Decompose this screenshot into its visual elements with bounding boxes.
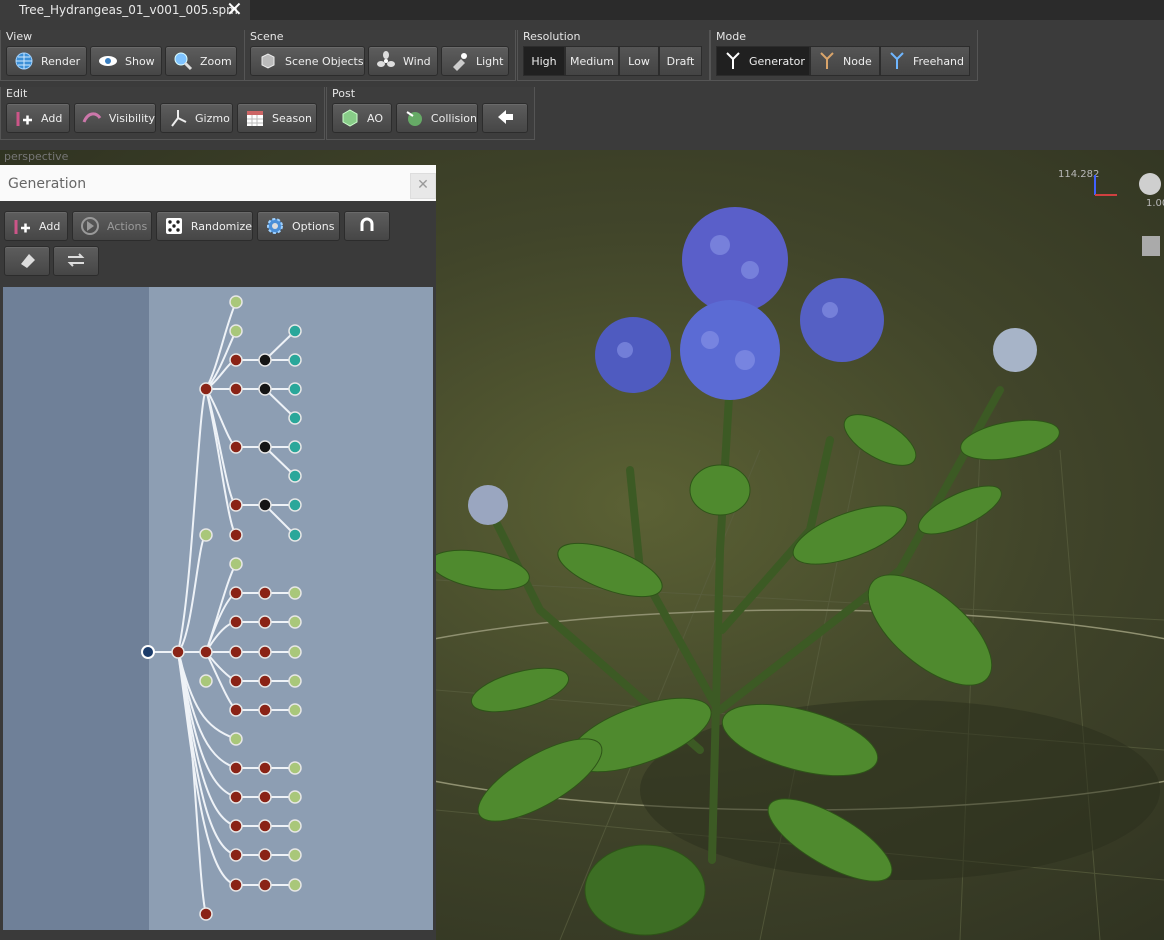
add-label: Add (41, 111, 63, 125)
main-toolbar: View Render Show Zoom Scene Scene Object… (0, 20, 1164, 150)
gizmo-label: Gizmo (195, 111, 230, 125)
mode-generator[interactable]: Generator (716, 46, 810, 76)
light-button[interactable]: Light (441, 46, 509, 76)
globe-icon (13, 51, 35, 71)
zoom-label: Zoom (200, 54, 232, 68)
light-sphere-icon[interactable] (1136, 170, 1164, 200)
actions-label: Actions (107, 219, 148, 233)
zoom-button[interactable]: Zoom (165, 46, 237, 76)
mode-freehand[interactable]: Freehand (880, 46, 970, 76)
gizmo-button[interactable]: Gizmo (160, 103, 233, 133)
edit-group-label: Edit (6, 87, 28, 100)
randomize-button[interactable]: Randomize (156, 211, 253, 241)
branch-icon (725, 51, 741, 72)
view-group-label: View (6, 30, 33, 43)
close-tab-icon[interactable]: ✕ (226, 0, 243, 21)
close-panel-icon[interactable]: ✕ (410, 173, 436, 199)
arrow-left-icon (496, 108, 514, 129)
cube-icon (257, 51, 279, 71)
actions-icon (79, 216, 101, 236)
mode-generator-label: Generator (749, 54, 805, 68)
resolution-high[interactable]: High (523, 46, 565, 76)
gear-icon (264, 216, 286, 236)
resolution-medium[interactable]: Medium (565, 46, 619, 76)
ao-label: AO (367, 111, 383, 125)
resolution-draft[interactable]: Draft (659, 46, 702, 76)
swap-button[interactable] (53, 246, 99, 276)
collision-button[interactable]: Collision (396, 103, 478, 133)
eraser-icon (17, 250, 37, 273)
scene-group: Scene Scene Objects Wind Light (244, 30, 516, 81)
randomize-label: Randomize (190, 219, 252, 233)
generator-graph[interactable] (3, 287, 433, 930)
ao-button[interactable]: AO (332, 103, 392, 133)
add-button[interactable]: Add (6, 103, 70, 133)
wind-button[interactable]: Wind (368, 46, 438, 76)
ao-icon (339, 108, 361, 128)
generation-panel-title: Generation (8, 176, 87, 192)
options-button[interactable]: Options (257, 211, 340, 241)
panel-add-button[interactable]: Add (4, 211, 68, 241)
magnet-icon (357, 215, 377, 238)
generation-panel: Generation ✕ Add Actions Randomize Optio… (0, 165, 436, 940)
scene-group-label: Scene (250, 30, 284, 43)
eraser-button[interactable] (4, 246, 50, 276)
light-icon (448, 51, 470, 71)
randomize-icon (163, 216, 185, 236)
freehand-icon (889, 51, 905, 72)
mode-group: Mode Generator Node Freehand (710, 30, 978, 81)
mode-freehand-label: Freehand (913, 54, 965, 68)
visibility-label: Visibility (108, 111, 155, 125)
magnet-button[interactable] (344, 211, 390, 241)
mode-node-label: Node (843, 54, 872, 68)
visibility-button[interactable]: Visibility (74, 103, 156, 133)
magnifier-icon (172, 51, 194, 71)
mode-group-label: Mode (716, 30, 746, 43)
swap-icon (65, 250, 87, 273)
generation-panel-header: Generation ✕ (0, 165, 436, 201)
node-graph (141, 295, 302, 921)
resolution-group: Resolution High Medium Low Draft (517, 30, 710, 81)
camera-icon[interactable] (1138, 230, 1164, 264)
mode-node[interactable]: Node (810, 46, 880, 76)
visibility-icon (81, 108, 103, 128)
scene-objects-label: Scene Objects (285, 54, 364, 68)
render-button[interactable]: Render (6, 46, 87, 76)
add-icon (11, 216, 33, 236)
document-tab-title: Tree_Hydrangeas_01_v001_005.spm (19, 3, 238, 17)
wind-label: Wind (403, 54, 431, 68)
show-button[interactable]: Show (90, 46, 162, 76)
show-label: Show (125, 54, 155, 68)
post-group: Post AO Collision (326, 87, 535, 140)
back-button[interactable] (482, 103, 528, 133)
options-label: Options (292, 219, 335, 233)
light-label: Light (476, 54, 504, 68)
actions-button[interactable]: Actions (72, 211, 152, 241)
render-label: Render (41, 54, 81, 68)
calendar-icon (244, 108, 266, 128)
scene-objects-button[interactable]: Scene Objects (250, 46, 365, 76)
add-icon (13, 108, 35, 128)
season-label: Season (272, 111, 312, 125)
axis-gizmo-icon[interactable] (1090, 170, 1120, 200)
collision-icon (403, 108, 425, 128)
season-button[interactable]: Season (237, 103, 317, 133)
fan-icon (375, 51, 397, 71)
document-tab[interactable]: Tree_Hydrangeas_01_v001_005.spm ✕ (0, 0, 250, 21)
edit-group: Edit Add Visibility Gizmo Season (0, 87, 325, 140)
resolution-low[interactable]: Low (619, 46, 659, 76)
gizmo-icon (167, 108, 189, 128)
view-group: View Render Show Zoom (0, 30, 245, 81)
resolution-group-label: Resolution (523, 30, 581, 43)
panel-add-label: Add (39, 219, 61, 233)
node-icon (819, 51, 835, 72)
post-group-label: Post (332, 87, 356, 100)
eye-icon (97, 51, 119, 71)
tab-bar: Tree_Hydrangeas_01_v001_005.spm ✕ (0, 0, 1164, 21)
collision-label: Collision (430, 111, 477, 125)
